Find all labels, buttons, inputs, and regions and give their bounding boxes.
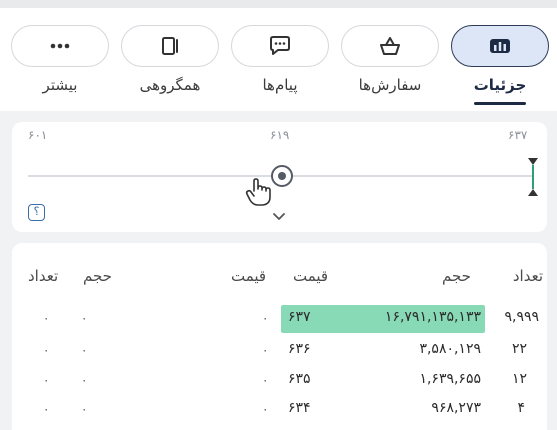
sell-count: ۰ <box>43 311 50 325</box>
sell-volume: ۰ <box>81 311 88 325</box>
buy-volume: ۳,۵۸۰,۱۲۹ <box>419 341 481 357</box>
order-book-panel: تعداد حجم قیمت قیمت حجم تعداد ۹,۹۹۹ ۱۶,۷… <box>12 243 547 430</box>
buy-price: ۶۳۷ <box>288 309 311 325</box>
order-book-row[interactable]: ۲۲ ۳,۵۸۰,۱۲۹ ۶۳۶ ۰ ۰ ۰ <box>12 337 547 365</box>
tab-more-label: بیشتر <box>42 76 78 94</box>
price-range-high: ۶۳۷ <box>508 128 528 142</box>
sell-volume: ۰ <box>81 402 88 416</box>
active-tab-indicator <box>474 102 526 105</box>
chat-icon <box>270 36 290 55</box>
order-book-row[interactable]: ۴ ۹۶۸,۲۷۳ ۶۳۴ ۰ ۰ ۰ <box>12 396 547 424</box>
tab-details-label: جزئیات <box>473 76 527 94</box>
price-range-low: ۶۰۱ <box>28 128 48 142</box>
tab-bar: جزئیات سفارش‌ها پیام‌ها <box>0 0 557 111</box>
buy-volume: ۱۶,۷۹۱,۱۳۵,۱۳۳ <box>384 309 481 325</box>
tab-messages-button[interactable] <box>231 25 329 67</box>
buy-count: ۹,۹۹۹ <box>504 309 539 325</box>
tab-more[interactable]: بیشتر <box>10 25 110 119</box>
tab-group-button[interactable] <box>121 25 219 67</box>
header-sell-count: تعداد <box>28 267 59 285</box>
buy-count: ۲۲ <box>511 341 527 357</box>
header-buy-volume: حجم <box>442 267 471 285</box>
tab-orders[interactable]: سفارش‌ها <box>340 25 440 119</box>
top-divider <box>0 0 557 8</box>
buy-count: ۱۲ <box>511 371 527 387</box>
sell-price: ۰ <box>262 402 269 416</box>
slider-handle-dot <box>278 172 286 180</box>
sell-count: ۰ <box>43 373 50 387</box>
basket-icon <box>380 37 400 55</box>
tab-group[interactable]: همگروهی <box>120 25 220 119</box>
buy-price: ۶۳۶ <box>288 341 311 357</box>
help-icon[interactable]: ؟ <box>28 204 45 221</box>
order-book-row[interactable]: ۱۲ ۱,۶۳۹,۶۵۵ ۶۳۵ ۰ ۰ ۰ <box>12 367 547 395</box>
chevron-down-icon[interactable] <box>272 212 286 222</box>
copy-icon <box>162 37 178 55</box>
price-slider-handle[interactable] <box>271 165 293 187</box>
buy-price: ۶۳۵ <box>288 371 311 387</box>
price-range-panel: ۶۰۱ ۶۱۹ ۶۳۷ ؟ <box>12 122 547 232</box>
sell-price: ۰ <box>262 311 269 325</box>
header-sell-price: قیمت <box>231 267 267 285</box>
tab-orders-button[interactable] <box>341 25 439 67</box>
sell-count: ۰ <box>43 402 50 416</box>
buy-volume: ۹۶۸,۲۷۳ <box>431 400 481 416</box>
sell-count: ۰ <box>43 343 50 357</box>
buy-price: ۶۳۴ <box>288 400 311 416</box>
tab-group-label: همگروهی <box>139 76 201 94</box>
last-price-marker-icon <box>528 158 538 196</box>
chart-icon <box>490 39 510 53</box>
price-range-mid: ۶۱۹ <box>270 128 290 142</box>
tab-more-button[interactable] <box>11 25 109 67</box>
header-sell-volume: حجم <box>83 267 112 285</box>
sell-price: ۰ <box>262 343 269 357</box>
order-book-row[interactable]: ۹,۹۹۹ ۱۶,۷۹۱,۱۳۵,۱۳۳ ۶۳۷ ۰ ۰ ۰ <box>12 305 547 333</box>
sell-price: ۰ <box>262 373 269 387</box>
more-icon <box>50 43 70 49</box>
tab-details-button[interactable] <box>451 25 549 67</box>
tab-messages[interactable]: پیام‌ها <box>230 25 330 119</box>
buy-count: ۴ <box>517 400 525 416</box>
tab-messages-label: پیام‌ها <box>262 76 298 94</box>
drag-hand-icon <box>245 178 271 206</box>
tab-orders-label: سفارش‌ها <box>358 76 422 94</box>
header-buy-count: تعداد <box>512 267 543 285</box>
sell-volume: ۰ <box>81 343 88 357</box>
tab-details[interactable]: جزئیات <box>450 25 550 119</box>
header-buy-price: قیمت <box>293 267 329 285</box>
buy-volume: ۱,۶۳۹,۶۵۵ <box>419 371 481 387</box>
sell-volume: ۰ <box>81 373 88 387</box>
